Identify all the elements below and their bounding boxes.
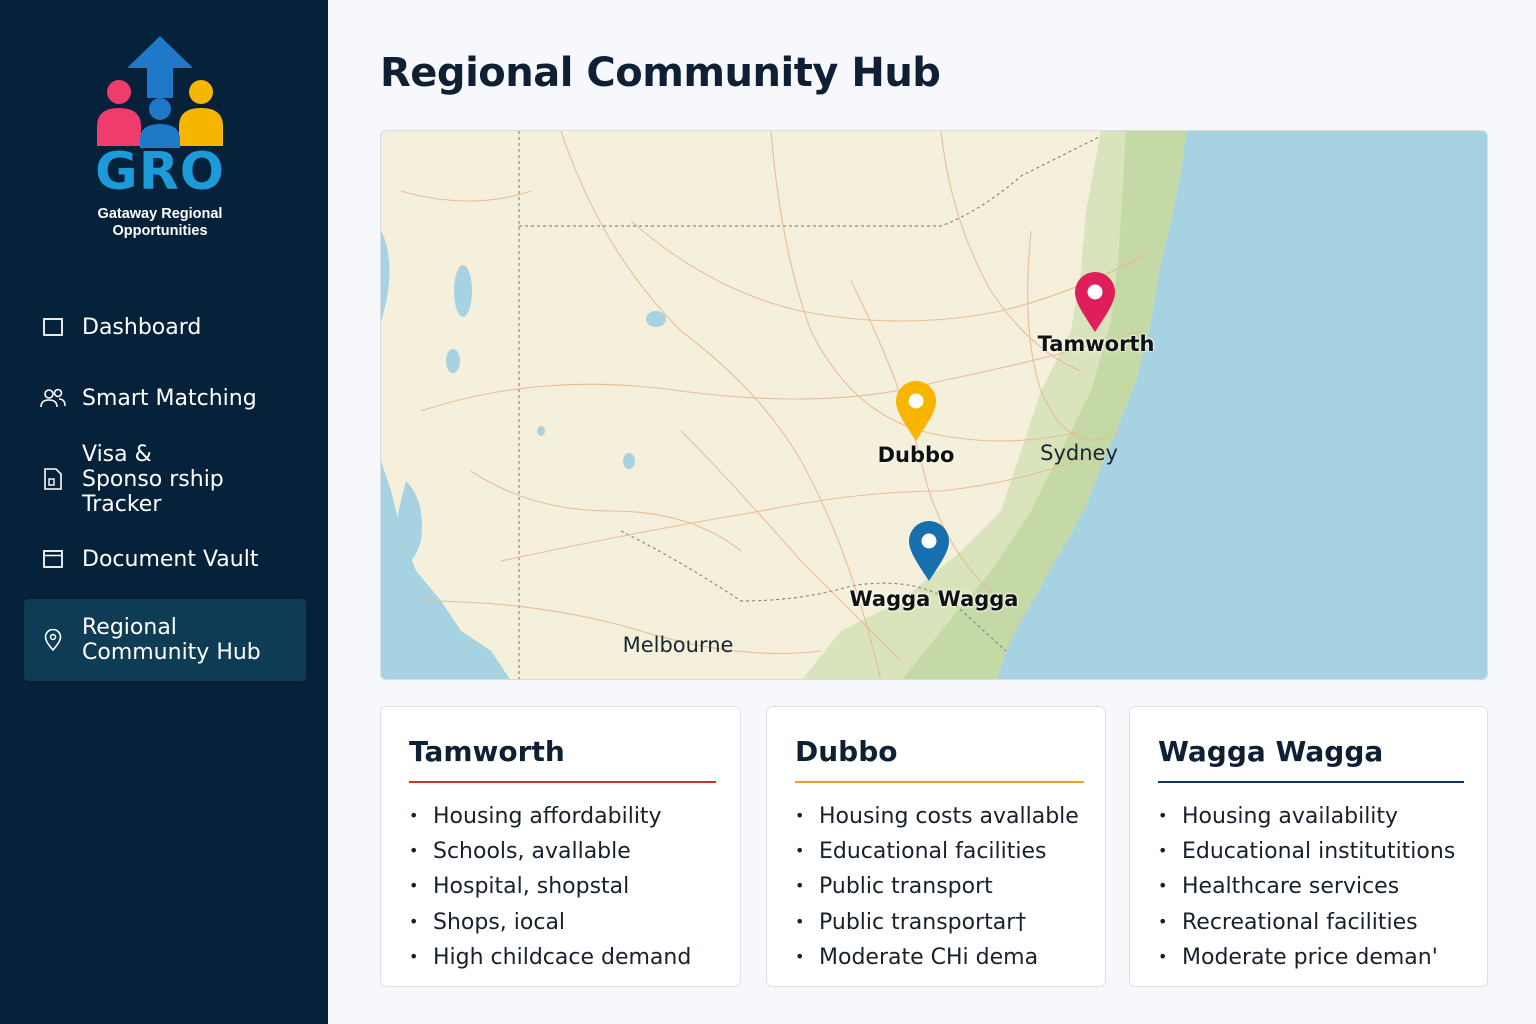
logo-subtitle: Gataway Regional Opportunities [97,206,223,239]
list-item: • Healthcare services [1158,874,1400,900]
card-title: Wagga Wagga [1158,735,1384,768]
sidebar-item-label: Document Vault [82,546,259,572]
region-card-wagga-wagga[interactable]: Wagga Wagga • Housing availability • Educa… [1129,706,1488,987]
dubbo-map-pin-icon[interactable] [895,381,937,443]
logo-wordmark: GRO [95,142,225,202]
region-map[interactable]: Tamworth Dubbo Wagga Wagga Sydney Melbou… [380,130,1488,680]
card-divider [795,781,1084,783]
card-title: Tamworth [409,735,565,768]
vault-icon [24,550,82,568]
list-item: • Housing availability [1158,804,1399,829]
list-item: • Educational facilities [795,839,1047,865]
list-item: • Public transport [795,874,993,900]
sidebar-item-regional-community-hub[interactable]: Regional Community Hub [24,599,306,681]
wagga-wagga-map-pin-icon[interactable] [908,521,950,583]
document-icon [24,468,82,490]
sidebar-item-dashboard[interactable]: Dashboard [24,310,306,344]
list-item: • Recreational facilities [1158,909,1418,935]
list-item: • Shops, iocal [409,909,566,935]
page-title: Regional Community Hub [380,50,941,96]
card-list: • Housing availability • Educational insti… [1158,799,1455,975]
sidebar-item-label: Regional Community Hub [82,615,261,665]
list-item: • Schools, avallable [409,839,631,865]
region-card-tamworth[interactable]: Tamworth • Housing affordability • Schools… [380,706,741,987]
logo-people-icon [97,36,223,148]
sidebar-item-visa-tracker[interactable]: Visa & Sponso rship Tracker [24,442,306,517]
list-item: • Housing affordability [409,804,662,829]
map-label-tamworth: Tamworth [1037,332,1155,356]
card-divider [409,781,716,783]
tamworth-map-pin-icon[interactable] [1074,272,1116,334]
sidebar-item-smart-matching[interactable]: Smart Matching [24,381,306,415]
list-item: • Housing costs avallable [795,804,1079,829]
sidebar-item-label: Visa & Sponso rship Tracker [82,441,224,517]
sidebar-item-label: Dashboard [82,314,202,340]
card-title: Dubbo [795,735,898,768]
users-icon [24,388,82,408]
map-label-wagga-wagga: Wagga Wagga [849,587,1019,611]
list-item: • Hospital, shopstal [409,874,630,900]
map-pin-icon [24,629,82,651]
list-item: • Moderate CHi dema [795,944,1039,970]
sidebar: GRO Gataway Regional Opportunities Dashb… [0,0,328,1024]
sidebar-item-label: Smart Matching [82,385,257,411]
list-item: • Moderate price deman' [1158,944,1438,970]
card-list: • Housing costs avallable • Educational fa… [795,799,1079,975]
card-list: • Housing affordability • Schools, avallab… [409,799,691,975]
square-icon [24,318,82,336]
map-label-dubbo: Dubbo [877,443,955,467]
list-item: • High childcace demand [409,944,692,970]
sidebar-item-document-vault[interactable]: Document Vault [24,542,306,576]
region-card-dubbo[interactable]: Dubbo • Housing costs avallable • Educatio… [766,706,1106,987]
card-divider [1158,781,1464,783]
list-item: • Educational institutitions [1158,839,1456,865]
list-item: • Public transportar† [795,909,1027,935]
map-label-melbourne: Melbourne [622,633,734,657]
gro-logo[interactable]: GRO Gataway Regional Opportunities [60,30,260,245]
map-label-sydney: Sydney [1040,441,1118,465]
